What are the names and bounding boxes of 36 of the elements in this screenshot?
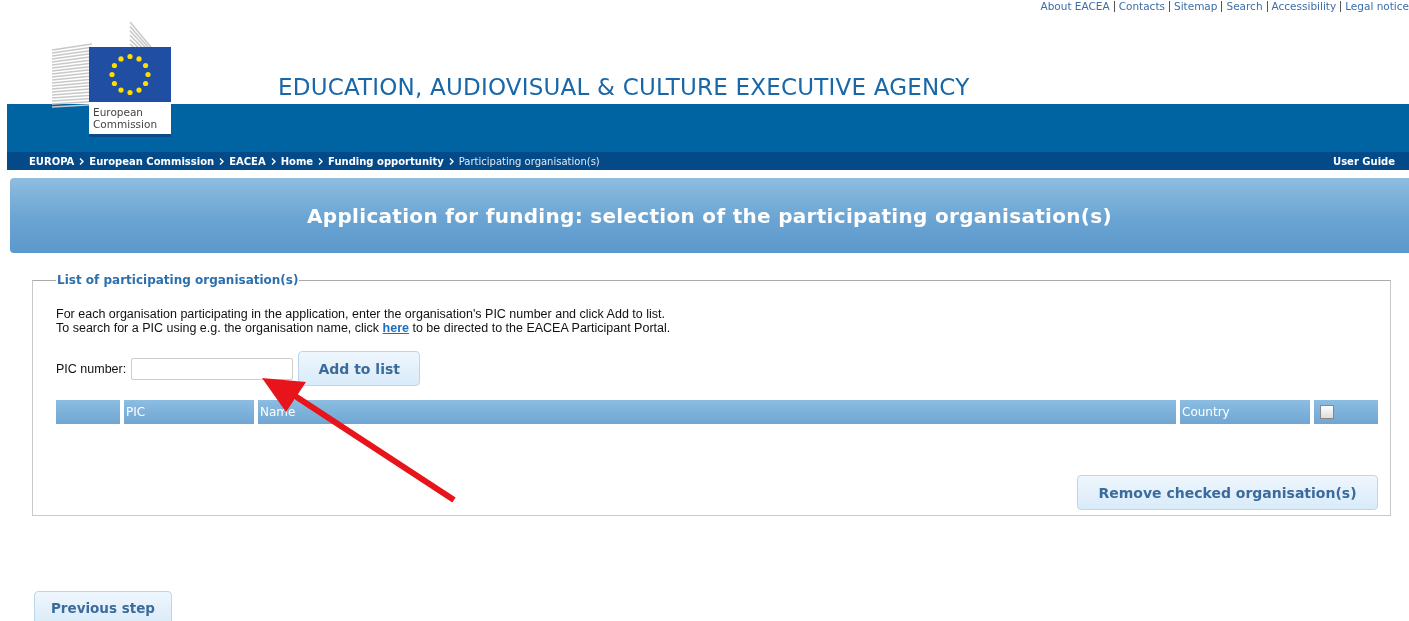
column-header: Name [258,400,1176,424]
column-header: PIC [124,400,254,424]
eu-flag-icon [89,47,171,102]
top-link[interactable]: About EACEA [1040,0,1110,12]
top-link[interactable]: Search [1226,0,1263,12]
select-all-checkbox[interactable] [1320,405,1334,419]
breadcrumb-link[interactable]: EUROPA [29,155,75,167]
breadcrumb-link[interactable]: EACEA [229,155,266,167]
agency-title: EDUCATION, AUDIOVISUAL & CULTURE EXECUTIVE AGENCY [278,74,970,100]
chevron-icon [79,157,85,165]
remove-checked-button[interactable]: Remove checked organisation(s) [1077,475,1378,510]
top-link[interactable]: Accessibility [1271,0,1337,12]
logo-caption: European [93,106,144,118]
pic-number-field[interactable] [131,357,294,380]
chevron-icon [270,157,276,165]
breadcrumb-link[interactable]: European Commission [89,155,215,167]
panel-legend: List of participating organisation(s) [56,273,300,287]
top-link[interactable]: Legal notice [1345,0,1409,12]
breadcrumb-link[interactable]: Participating organisation(s) [458,155,600,167]
top-link[interactable]: Contacts [1118,0,1165,12]
chevron-icon [448,157,454,165]
breadcrumb-link[interactable]: Home [280,155,314,167]
here-link[interactable]: here [382,321,409,335]
column-header: Country [1180,400,1310,424]
instruction-text: For each organisation participating in the application, enter the organisation's PIC number and click Add to list. To search for a PIC using e.g. the organisation name, click here to be directed to the EACEA Participant Portal. [56,307,672,335]
logo-caption: Commission [93,118,159,130]
field-label: PIC number: [56,361,127,376]
table-header [56,400,120,424]
user-guide-link[interactable]: User Guide [1333,155,1395,167]
breadcrumb-link[interactable]: Funding opportunity [328,155,444,167]
top-link[interactable]: Sitemap [1173,0,1218,12]
previous-step-button[interactable]: Previous step [34,591,172,621]
page-title: Application for funding: selection of the participating organisation(s) [307,203,1112,228]
add-to-list-button[interactable]: Add to list [298,351,421,386]
chevron-icon [318,157,324,165]
chevron-icon [219,157,225,165]
